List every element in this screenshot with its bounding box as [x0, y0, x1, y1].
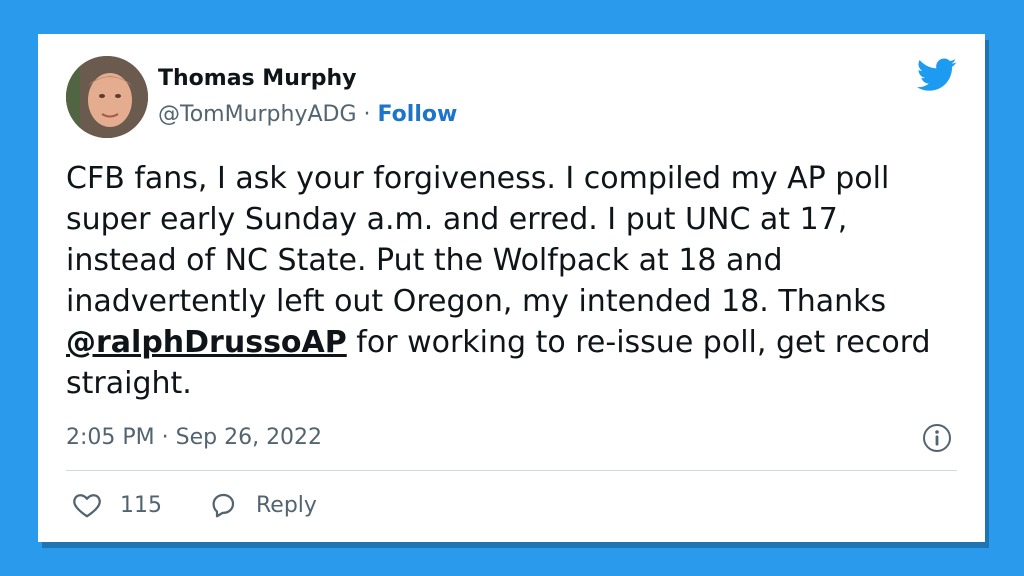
info-icon[interactable]	[922, 423, 952, 453]
action-bar: 115 Reply	[72, 490, 317, 520]
tweet-text-before: CFB fans, I ask your forgiveness. I comp…	[66, 161, 890, 319]
author-avatar[interactable]	[66, 56, 148, 138]
like-button[interactable]: 115	[72, 490, 162, 520]
twitter-bird-icon[interactable]	[917, 58, 957, 92]
author-handle[interactable]: @TomMurphyADG	[158, 102, 357, 127]
tweet-timestamp[interactable]: 2:05 PM · Sep 26, 2022	[66, 425, 322, 450]
like-count: 115	[120, 492, 162, 518]
follow-button[interactable]: Follow	[378, 102, 458, 127]
divider	[66, 470, 957, 471]
mention-link[interactable]: @ralphDrussoAP	[66, 325, 347, 360]
speech-bubble-icon	[212, 493, 235, 518]
separator-dot: ·	[363, 102, 371, 127]
tweet-card: Thomas Murphy @TomMurphyADG · Follow CFB…	[38, 34, 985, 542]
tweet-text: CFB fans, I ask your forgiveness. I comp…	[66, 158, 946, 404]
reply-label: Reply	[256, 492, 317, 518]
author-name[interactable]: Thomas Murphy	[158, 66, 356, 91]
reply-button[interactable]: Reply	[208, 490, 317, 520]
author-handle-line: @TomMurphyADG · Follow	[158, 102, 457, 127]
heart-icon	[73, 494, 101, 518]
